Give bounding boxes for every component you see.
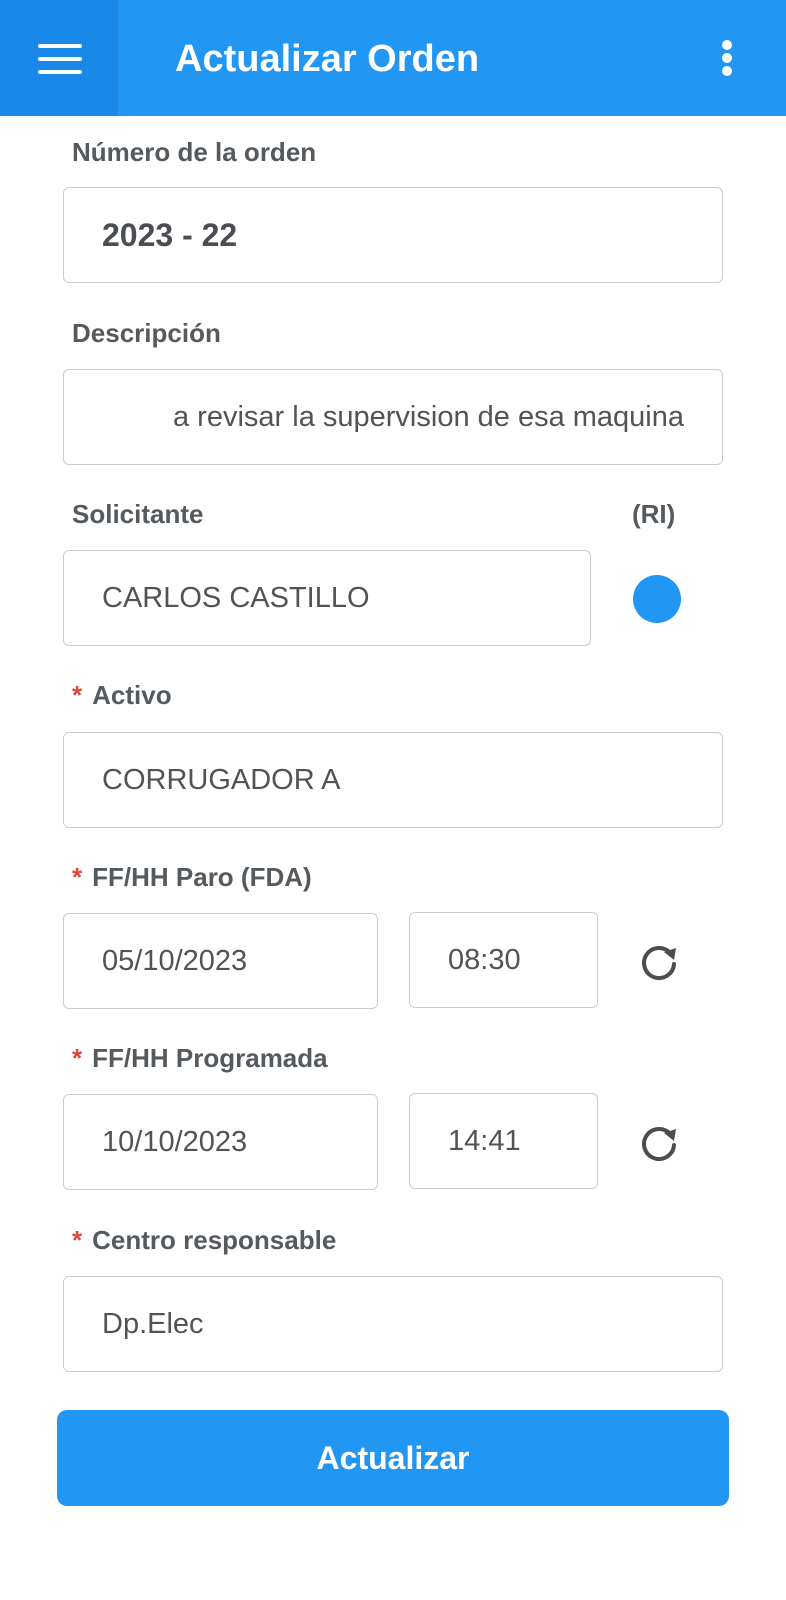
scheduled-date-field[interactable]: 10/10/2023 (63, 1094, 378, 1190)
responsible-center-field[interactable]: Dp.Elec (63, 1276, 723, 1372)
description-field[interactable]: a revisar la supervision de esa maquina (63, 369, 723, 465)
responsible-center-label: * Centro responsable (72, 1224, 336, 1256)
responsible-center-label-text: Centro responsable (92, 1225, 337, 1255)
app-bar: Actualizar Orden (0, 0, 786, 116)
update-button[interactable]: Actualizar (57, 1410, 729, 1506)
requester-label: Solicitante (72, 499, 204, 529)
scheduled-datetime-label: * FF/HH Programada (72, 1042, 328, 1074)
scheduled-datetime-label-text: FF/HH Programada (92, 1043, 328, 1073)
stop-date-value: 05/10/2023 (102, 944, 248, 977)
refresh-icon[interactable] (637, 1121, 681, 1165)
page-title: Actualizar Orden (175, 38, 480, 80)
scheduled-date-value: 10/10/2023 (102, 1125, 248, 1158)
requester-field[interactable]: CARLOS CASTILLO (63, 550, 591, 646)
order-number-field[interactable]: 2023 - 22 (63, 187, 723, 283)
stop-datetime-label-text: FF/HH Paro (FDA) (92, 862, 312, 892)
asset-value: CORRUGADOR A (102, 763, 341, 796)
order-number-value: 2023 - 22 (102, 216, 238, 253)
responsible-center-value: Dp.Elec (102, 1307, 204, 1340)
asset-label-text: Activo (92, 680, 172, 710)
scheduled-time-field[interactable]: 14:41 (409, 1093, 598, 1189)
ri-status-indicator[interactable] (633, 575, 681, 623)
required-asterisk: * (72, 1043, 83, 1073)
refresh-icon[interactable] (637, 940, 681, 984)
stop-time-value: 08:30 (448, 943, 521, 976)
requester-value: CARLOS CASTILLO (102, 581, 370, 614)
asset-field[interactable]: CORRUGADOR A (63, 732, 723, 828)
required-asterisk: * (72, 862, 83, 892)
more-vertical-icon[interactable] (706, 32, 748, 84)
required-asterisk: * (72, 1225, 83, 1255)
ri-label: (RI) (632, 499, 676, 529)
description-value: a revisar la supervision de esa maquina (173, 400, 684, 433)
stop-time-field[interactable]: 08:30 (409, 912, 598, 1008)
asset-label: * Activo (72, 679, 172, 711)
hamburger-menu-icon[interactable] (0, 0, 118, 116)
stop-date-field[interactable]: 05/10/2023 (63, 913, 378, 1009)
stop-datetime-label: * FF/HH Paro (FDA) (72, 861, 312, 893)
order-number-label: Número de la orden (72, 137, 317, 167)
description-label: Descripción (72, 318, 221, 348)
scheduled-time-value: 14:41 (448, 1124, 521, 1157)
required-asterisk: * (72, 680, 83, 710)
